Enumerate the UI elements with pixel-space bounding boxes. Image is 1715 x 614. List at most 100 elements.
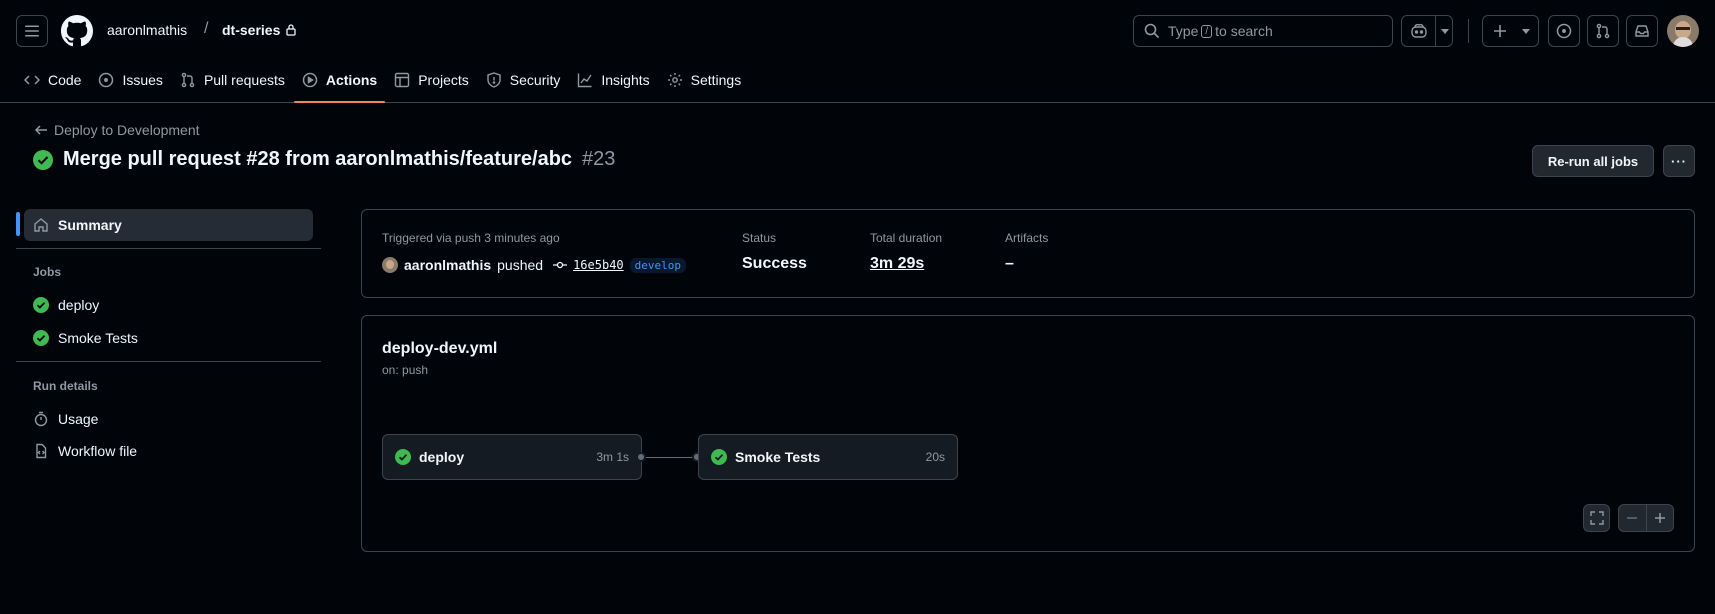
tab-projects-label: Projects	[418, 72, 469, 88]
fullscreen-button[interactable]	[1583, 504, 1610, 532]
sidebar-item-workflow-file[interactable]: Workflow file	[24, 435, 313, 467]
workflow-file-name: deploy-dev.yml	[382, 340, 498, 357]
more-options-button[interactable]: ···	[1663, 145, 1695, 177]
status-label: Status	[742, 231, 777, 245]
git-commit-icon	[553, 261, 568, 269]
copilot-icon	[1411, 23, 1427, 38]
lock-icon	[285, 23, 297, 36]
branch-label[interactable]: develop	[629, 257, 687, 273]
copilot-button[interactable]	[1401, 15, 1453, 47]
duration-label: Total duration	[870, 231, 943, 245]
shield-icon	[487, 72, 501, 88]
check-circle-icon	[711, 449, 727, 465]
sidebar-item-label: Smoke Tests	[58, 330, 138, 346]
push-action-text: pushed	[497, 257, 544, 273]
actor-avatar	[382, 257, 398, 273]
page-title: Merge pull request #28 from aaronlmathis…	[33, 148, 615, 171]
back-link-label: Deploy to Development	[54, 122, 200, 138]
sidebar-item-summary[interactable]: Summary	[24, 209, 313, 241]
run-title: Merge pull request #28 from aaronlmathis…	[63, 148, 573, 170]
tab-settings[interactable]: Settings	[659, 64, 750, 96]
back-to-workflow-link[interactable]: Deploy to Development	[34, 122, 200, 138]
chevron-down-icon	[1522, 29, 1530, 34]
sidebar-run-details-heading: Run details	[33, 379, 98, 393]
plus-icon	[1654, 513, 1665, 523]
github-logo-icon[interactable]	[61, 15, 93, 47]
git-pull-request-icon	[1596, 23, 1610, 39]
check-circle-icon	[33, 149, 53, 170]
job-card-deploy[interactable]: deploy 3m 1s	[382, 434, 642, 480]
sidebar-jobs-heading: Jobs	[33, 265, 62, 279]
header-divider	[1468, 19, 1469, 43]
home-icon	[34, 218, 48, 232]
rerun-all-jobs-button[interactable]: Re-run all jobs	[1532, 145, 1654, 177]
graph-edge	[646, 457, 696, 458]
commit-sha-link[interactable]: 16e5b40	[573, 258, 624, 272]
tab-issues-label: Issues	[122, 72, 163, 88]
sidebar-item-job-deploy[interactable]: deploy	[24, 289, 313, 321]
chevron-down-icon[interactable]	[1441, 29, 1449, 34]
issues-button[interactable]	[1548, 15, 1580, 47]
stopwatch-icon	[34, 411, 48, 427]
file-code-icon	[36, 443, 47, 459]
tab-pull-requests[interactable]: Pull requests	[172, 64, 293, 96]
tab-code[interactable]: Code	[16, 64, 89, 96]
duration-value[interactable]: 3m 29s	[870, 255, 924, 273]
tab-insights[interactable]: Insights	[569, 64, 657, 96]
issue-opened-icon	[1556, 23, 1572, 39]
job-duration: 20s	[925, 450, 945, 464]
sidebar-item-usage[interactable]: Usage	[24, 403, 313, 435]
repo-owner-link[interactable]: aaronlmathis	[107, 22, 187, 38]
search-input[interactable]: Type / to search	[1133, 15, 1393, 47]
issue-icon	[99, 72, 114, 88]
zoom-out-button[interactable]	[1619, 512, 1646, 524]
inbox-button[interactable]	[1626, 15, 1658, 47]
arrow-left-icon	[34, 125, 47, 135]
check-circle-icon	[395, 449, 411, 465]
sidebar-divider	[16, 361, 321, 362]
inbox-icon	[1635, 25, 1649, 37]
repo-name-link[interactable]: dt-series	[222, 22, 280, 38]
trigger-label: Triggered via push 3 minutes ago	[382, 231, 560, 245]
tab-security-label: Security	[509, 72, 561, 88]
create-new-button[interactable]	[1482, 15, 1539, 47]
tab-pull-requests-label: Pull requests	[203, 72, 285, 88]
graph-connector-dot	[636, 452, 646, 462]
search-shortcut-key: /	[1201, 24, 1213, 38]
sidebar-item-job-smoke-tests[interactable]: Smoke Tests	[24, 322, 313, 354]
tab-projects[interactable]: Projects	[386, 64, 477, 96]
zoom-in-button[interactable]	[1647, 512, 1674, 524]
graph-icon	[578, 73, 592, 88]
plus-icon	[1494, 25, 1506, 37]
search-placeholder-prefix: Type	[1168, 23, 1199, 39]
tab-actions-label: Actions	[325, 72, 378, 88]
sidebar-item-label: Summary	[58, 217, 122, 233]
tab-settings-label: Settings	[690, 72, 742, 88]
pull-requests-button[interactable]	[1587, 15, 1619, 47]
hamburger-icon	[25, 25, 39, 37]
zoom-controls	[1618, 504, 1674, 532]
sidebar-selected-indicator	[16, 212, 20, 236]
sidebar-item-label: deploy	[58, 297, 100, 313]
tab-code-label: Code	[48, 72, 82, 88]
tab-issues[interactable]: Issues	[90, 64, 170, 96]
workflow-trigger: on: push	[382, 363, 429, 377]
app-header: aaronlmathis / dt-series Type / to searc…	[0, 0, 1715, 103]
minus-icon	[1627, 517, 1638, 519]
tab-security[interactable]: Security	[478, 64, 569, 96]
trigger-details: aaronlmathis pushed 16e5b40 develop	[382, 257, 687, 273]
pull-request-icon	[181, 72, 195, 88]
check-circle-icon	[33, 297, 49, 313]
sidebar-item-label: Usage	[58, 411, 99, 427]
path-separator: /	[204, 20, 209, 37]
menu-button[interactable]	[16, 15, 48, 47]
workflow-graph-panel: deploy-dev.yml on: push deploy 3m 1s Smo…	[361, 315, 1695, 552]
sidebar-item-label: Workflow file	[58, 443, 138, 459]
job-card-smoke-tests[interactable]: Smoke Tests 20s	[698, 434, 958, 480]
artifacts-value: –	[1005, 255, 1014, 272]
job-duration: 3m 1s	[596, 450, 629, 464]
user-avatar[interactable]	[1667, 15, 1699, 47]
actor-link[interactable]: aaronlmathis	[404, 257, 491, 273]
repo-nav-tabs: Code Issues Pull requests Actions Projec…	[16, 64, 750, 103]
tab-actions[interactable]: Actions	[293, 64, 386, 103]
